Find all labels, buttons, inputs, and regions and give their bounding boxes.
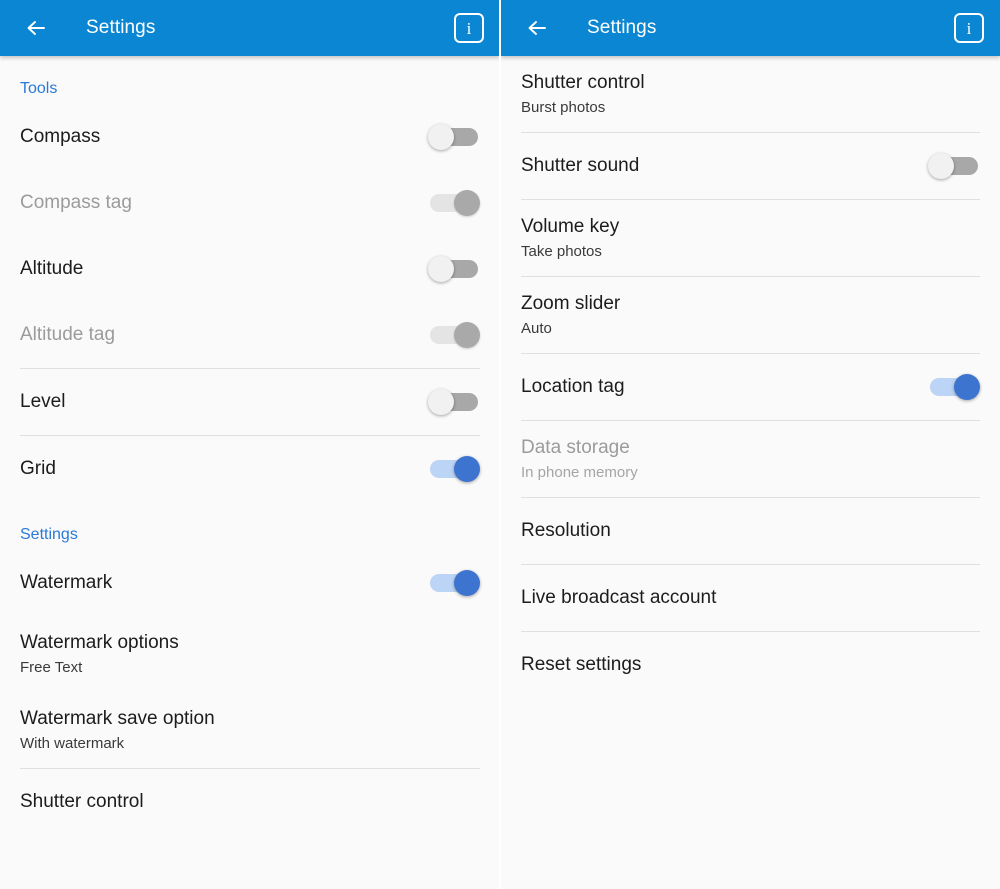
row-title: Location tag (521, 376, 625, 397)
row-texts: Level (20, 389, 412, 415)
row-title: Shutter control (521, 71, 645, 93)
row-texts: Shutter control (20, 789, 480, 815)
row-texts: Live broadcast account (521, 585, 980, 611)
settings-row[interactable]: Level (20, 369, 480, 435)
row-texts: Compass (20, 124, 412, 150)
row-texts: Watermark (20, 570, 412, 596)
row-title: Compass tag (20, 192, 132, 213)
settings-row[interactable]: Watermark (20, 550, 480, 616)
toggle-switch (428, 190, 480, 216)
settings-row: Data storage In phone memory (521, 421, 980, 497)
row-texts: Altitude tag (20, 322, 412, 348)
toggle-thumb (954, 374, 980, 400)
settings-list: Tools Compass Compass tag Altitude Altitude … (0, 56, 500, 889)
row-title: Altitude tag (20, 324, 116, 345)
row-texts: Data storage In phone memory (521, 435, 980, 484)
toggle-thumb (428, 256, 454, 282)
info-icon[interactable]: i (954, 13, 984, 43)
toggle-thumb (928, 153, 954, 179)
row-title: Watermark (20, 572, 113, 593)
toggle-thumb (454, 190, 480, 216)
settings-row[interactable]: Compass (20, 104, 480, 170)
settings-panel-left: Settings i Tools Compass Compass tag Altitude… (0, 0, 500, 889)
toggle-switch[interactable] (428, 456, 480, 482)
row-title: Resolution (521, 520, 611, 541)
settings-row[interactable]: Watermark save option With watermark (20, 692, 480, 768)
app-bar: Settings i (501, 0, 1000, 56)
row-texts: Shutter control Burst photos (521, 70, 980, 119)
settings-row[interactable]: Altitude (20, 236, 480, 302)
app-bar: Settings i (0, 0, 500, 56)
row-texts: Volume key Take photos (521, 214, 980, 263)
row-title: Shutter control (20, 791, 144, 812)
section-header: Tools (20, 80, 58, 97)
row-subtitle: Take photos (521, 242, 602, 260)
info-icon[interactable]: i (454, 13, 484, 43)
panel-seam (499, 0, 501, 889)
toggle-switch[interactable] (928, 153, 980, 179)
toggle-switch[interactable] (928, 374, 980, 400)
settings-panel-right: Settings i Shutter control Burst photos Shut… (500, 0, 1000, 889)
settings-row[interactable]: Zoom slider Auto (521, 277, 980, 353)
settings-row[interactable]: Shutter control (20, 769, 480, 835)
row-title: Live broadcast account (521, 587, 717, 608)
toggle-thumb (454, 322, 480, 348)
row-texts: Grid (20, 456, 412, 482)
settings-row[interactable]: Volume key Take photos (521, 200, 980, 276)
app-bar-title: Settings (86, 17, 156, 38)
row-title: Watermark options (20, 631, 179, 653)
row-texts: Watermark options Free Text (20, 630, 480, 679)
toggle-thumb (454, 456, 480, 482)
settings-row[interactable]: Shutter sound (521, 133, 980, 199)
row-texts: Reset settings (521, 652, 980, 678)
row-title: Altitude (20, 258, 84, 279)
toggle-thumb (428, 389, 454, 415)
section-header: Settings (20, 526, 78, 543)
toggle-thumb (454, 570, 480, 596)
row-texts: Resolution (521, 518, 980, 544)
toggle-switch[interactable] (428, 256, 480, 282)
row-title: Shutter sound (521, 155, 640, 176)
row-title: Volume key (521, 215, 620, 237)
settings-row[interactable]: Reset settings (521, 632, 980, 698)
row-subtitle: Auto (521, 319, 552, 337)
settings-comparison-screenshot: Settings i Tools Compass Compass tag Altitude… (0, 0, 1000, 889)
toggle-switch[interactable] (428, 570, 480, 596)
settings-row[interactable]: Resolution (521, 498, 980, 564)
settings-row[interactable]: Location tag (521, 354, 980, 420)
settings-list: Shutter control Burst photos Shutter sound… (501, 56, 1000, 889)
arrow-left-icon[interactable] (16, 8, 56, 48)
row-title: Zoom slider (521, 292, 621, 314)
toggle-switch[interactable] (428, 124, 480, 150)
row-texts: Zoom slider Auto (521, 291, 980, 340)
settings-row[interactable]: Shutter control Burst photos (521, 56, 980, 132)
app-bar-title: Settings (587, 17, 657, 38)
row-subtitle: With watermark (20, 734, 125, 752)
settings-row[interactable]: Live broadcast account (521, 565, 980, 631)
row-texts: Shutter sound (521, 153, 912, 179)
row-texts: Altitude (20, 256, 412, 282)
toggle-switch[interactable] (428, 389, 480, 415)
row-texts: Compass tag (20, 190, 412, 216)
row-title: Grid (20, 458, 56, 479)
row-title: Reset settings (521, 654, 642, 675)
row-texts: Location tag (521, 374, 912, 400)
arrow-left-icon[interactable] (517, 8, 557, 48)
settings-row: Compass tag (20, 170, 480, 236)
settings-row[interactable]: Grid (20, 436, 480, 502)
row-title: Compass (20, 126, 101, 147)
row-subtitle: Burst photos (521, 98, 606, 116)
settings-row: Altitude tag (20, 302, 480, 368)
row-texts: Watermark save option With watermark (20, 706, 480, 755)
toggle-thumb (428, 124, 454, 150)
row-title: Data storage (521, 436, 630, 458)
row-subtitle: Free Text (20, 658, 83, 676)
toggle-switch (428, 322, 480, 348)
row-title: Level (20, 391, 66, 412)
row-title: Watermark save option (20, 707, 215, 729)
row-subtitle: In phone memory (521, 463, 638, 481)
settings-row[interactable]: Watermark options Free Text (20, 616, 480, 692)
